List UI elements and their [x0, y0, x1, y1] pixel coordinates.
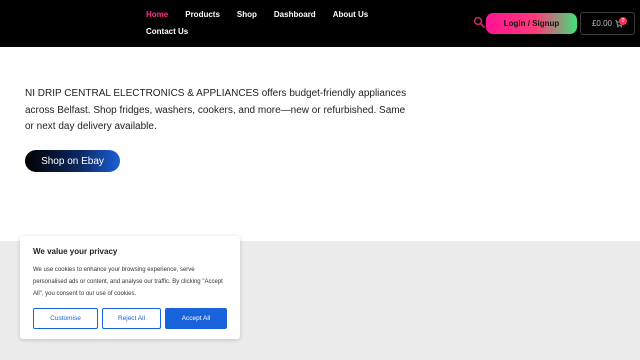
nav-item-dashboard[interactable]: Dashboard	[274, 10, 316, 19]
cart-amount: £0.00	[591, 19, 613, 28]
nav-item-about-us[interactable]: About Us	[333, 10, 369, 19]
cookie-title: We value your privacy	[33, 247, 118, 256]
main-nav: Home Products Shop Dashboard About Us Co…	[146, 6, 426, 40]
cookie-message: We use cookies to enhance your browsing …	[33, 267, 223, 297]
nav-item-home[interactable]: Home	[146, 10, 168, 19]
nav-item-contact-us[interactable]: Contact Us	[146, 27, 188, 36]
reject-all-button[interactable]: Reject All	[102, 308, 161, 329]
nav-row-1: Home Products Shop Dashboard About Us	[146, 6, 426, 23]
cookie-consent-banner: We value your privacy We use cookies to …	[20, 236, 240, 339]
nav-item-products[interactable]: Products	[185, 10, 220, 19]
top-header: Home Products Shop Dashboard About Us Co…	[0, 0, 640, 47]
search-icon[interactable]	[473, 16, 485, 28]
hero-description: NI DRIP CENTRAL ELECTRONICS & APPLIANCES…	[25, 88, 407, 132]
accept-all-button[interactable]: Accept All	[165, 308, 227, 329]
customise-button[interactable]: Customise	[33, 308, 98, 329]
nav-row-2: Contact Us	[146, 23, 426, 40]
login-signup-button[interactable]: Login / Signup	[486, 13, 577, 34]
nav-item-shop[interactable]: Shop	[237, 10, 257, 19]
cart-button[interactable]: £0.00 0	[580, 12, 635, 35]
cart-count-badge: 0	[619, 17, 627, 25]
shop-on-ebay-button[interactable]: Shop on Ebay	[25, 150, 120, 172]
